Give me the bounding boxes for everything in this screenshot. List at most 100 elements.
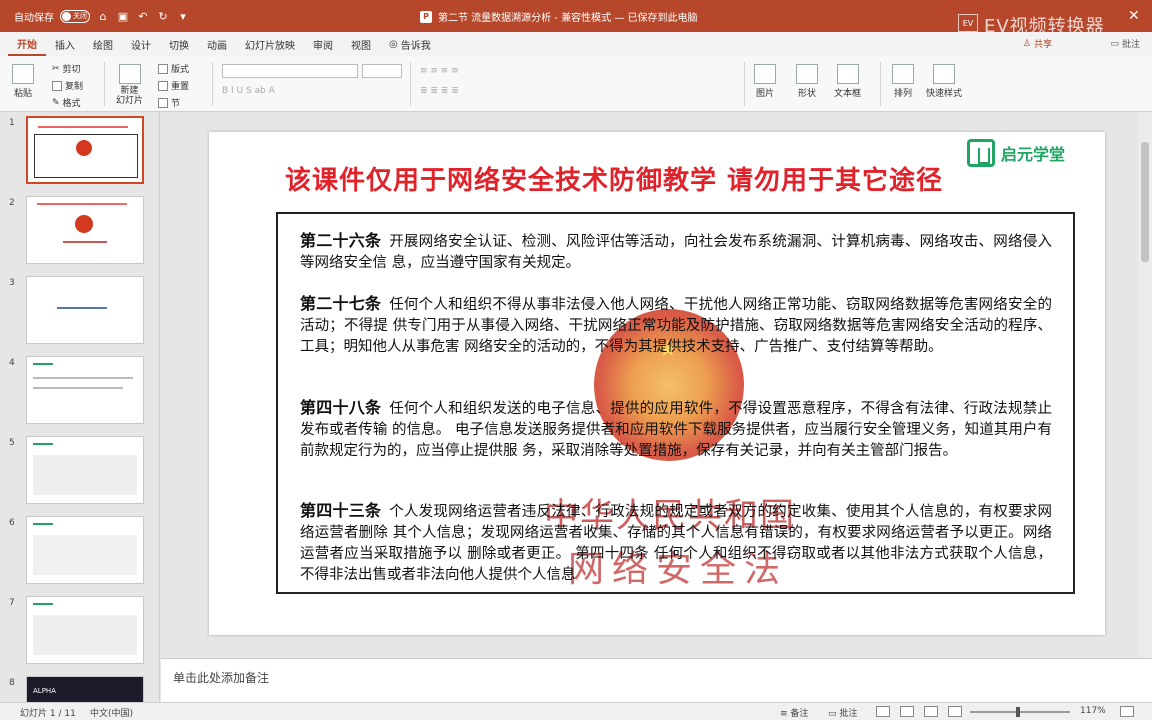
- slide-thumbnail-pane: 1 2 3 4 5 6 7 8 ALPHA: [0, 112, 160, 702]
- share-label: 共享: [1033, 40, 1052, 50]
- thumb-line: [33, 363, 53, 365]
- close-icon[interactable]: ✕: [1128, 8, 1140, 24]
- arrange-button[interactable]: 排列: [892, 64, 914, 99]
- customize-dropdown-icon[interactable]: ▾: [176, 9, 190, 23]
- normal-view-button[interactable]: [876, 706, 890, 717]
- current-slide[interactable]: 启元学堂 该课件仅用于网络安全技术防御教学 请勿用于其它途径 ★ 中华人民共和国…: [209, 132, 1105, 635]
- tab-review[interactable]: 审阅: [304, 32, 342, 56]
- logo-text: 启元学堂: [1001, 145, 1066, 164]
- comments-label: 批注: [839, 709, 858, 719]
- slide-thumbnail-4[interactable]: [26, 356, 144, 424]
- redo-icon[interactable]: ↻: [156, 9, 170, 23]
- reset-icon: [158, 80, 168, 91]
- autosave-label: 自动保存: [14, 12, 54, 24]
- article-body: 任何个人和组织不得从事非法侵入他人网络、干扰他人网络正常功能、窃取网络数据等危害…: [300, 297, 1052, 355]
- paste-button[interactable]: 粘贴: [12, 64, 34, 99]
- tab-animations[interactable]: 动画: [198, 32, 236, 56]
- tab-insert[interactable]: 插入: [46, 32, 84, 56]
- copy-label: 复制: [65, 82, 84, 92]
- slide-thumbnail-3[interactable]: [26, 276, 144, 344]
- thumb-line: [33, 377, 133, 379]
- autosave-state: 关闭: [73, 12, 87, 20]
- slide-thumbnail-1[interactable]: [26, 116, 144, 184]
- undo-icon[interactable]: ↶: [136, 9, 150, 23]
- quick-styles-button[interactable]: 快速样式: [926, 64, 962, 99]
- reset-label: 重置: [171, 82, 190, 92]
- tab-transitions[interactable]: 切换: [160, 32, 198, 56]
- thumb-emblem: [76, 140, 92, 156]
- article-48: 第四十八条 任何个人和组织发送的电子信息、提供的应用软件，不得设置恶意程序，不得含…: [300, 397, 1052, 462]
- reading-view-button[interactable]: [924, 706, 938, 717]
- font-family-select[interactable]: [222, 64, 358, 78]
- autosave-toggle[interactable]: 关闭: [60, 9, 90, 23]
- slide-thumbnail-7[interactable]: [26, 596, 144, 664]
- slide-thumbnail-8[interactable]: ALPHA: [26, 676, 144, 702]
- thumb-number: 1: [9, 118, 15, 128]
- zoom-slider-thumb[interactable]: [1016, 707, 1020, 717]
- font-size-select[interactable]: [362, 64, 402, 78]
- article-43: 第四十三条 个人发现网络运营者违反法律、行政法规的规定或者双方的约定收集、使用其个…: [300, 500, 1052, 586]
- law-text-box[interactable]: ★ 中华人民共和国 网络安全法 第二十六条 开展网络安全认证、检测、风险评估等活动…: [276, 212, 1075, 594]
- picture-label: 图片: [755, 89, 774, 99]
- copy-icon: [52, 80, 62, 91]
- thumb-screenshot: [33, 535, 137, 575]
- reset-button[interactable]: 重置: [158, 79, 189, 92]
- warning-title[interactable]: 该课件仅用于网络安全技术防御教学 请勿用于其它途径: [285, 160, 943, 197]
- section-button[interactable]: 节: [158, 96, 180, 109]
- ribbon-separator: [104, 62, 105, 106]
- comment-icon: ▭: [828, 709, 840, 719]
- slide-thumbnail-2[interactable]: [26, 196, 144, 264]
- new-slide-label: 新建 幻灯片: [116, 86, 144, 106]
- format-painter-button[interactable]: ✎ 格式: [52, 96, 81, 110]
- tab-draw[interactable]: 绘图: [84, 32, 122, 56]
- new-slide-button[interactable]: 新建 幻灯片: [116, 64, 143, 106]
- shape-label: 形状: [797, 89, 816, 99]
- home-icon[interactable]: ⌂: [96, 9, 110, 23]
- cut-button[interactable]: ✂ 剪切: [52, 62, 81, 76]
- tell-me-label: 告诉我: [400, 40, 431, 52]
- zoom-slider[interactable]: [970, 707, 1070, 717]
- paragraph-buttons: ≡ ≡ ≡ ≡: [420, 66, 459, 76]
- thumb-emblem: [75, 215, 93, 233]
- tab-slideshow[interactable]: 幻灯片放映: [236, 32, 304, 56]
- quick-access-toolbar: 自动保存 关闭 ⌂ ▣ ↶ ↻ ▾: [0, 9, 190, 24]
- notes-placeholder: 单击此处添加备注: [173, 671, 270, 685]
- slide-thumbnail-5[interactable]: [26, 436, 144, 504]
- vertical-scrollbar[interactable]: [1138, 112, 1152, 658]
- comment-label: 批注: [1121, 40, 1140, 50]
- scrollbar-thumb[interactable]: [1141, 142, 1149, 262]
- copy-button[interactable]: 复制: [52, 79, 83, 92]
- comments-button[interactable]: ▭ 批注: [1110, 37, 1140, 51]
- slideshow-button[interactable]: [948, 706, 962, 717]
- slide-sorter-button[interactable]: [900, 706, 914, 717]
- notes-toggle[interactable]: ≡ 备注: [780, 706, 808, 719]
- paste-icon: [12, 64, 34, 84]
- shape-button[interactable]: 形状: [796, 64, 818, 99]
- save-icon[interactable]: ▣: [116, 9, 130, 23]
- thumb-number: 4: [9, 358, 15, 368]
- article-27: 第二十七条 任何个人和组织不得从事非法侵入他人网络、干扰他人网络正常功能、窃取网络…: [300, 293, 1052, 358]
- thumb-line: [37, 203, 127, 205]
- notes-pane[interactable]: 单击此处添加备注: [161, 658, 1152, 702]
- paste-label: 粘贴: [13, 89, 32, 99]
- language-indicator[interactable]: 中文(中国): [90, 706, 133, 719]
- tab-home[interactable]: 开始: [8, 32, 46, 56]
- paragraph-align-buttons: ≣ ≣ ≣ ≣: [420, 86, 459, 96]
- shapes-icon: [796, 64, 818, 84]
- textbox-button[interactable]: 文本框: [834, 64, 861, 99]
- thumb-number: 2: [9, 198, 15, 208]
- share-button[interactable]: ♙ 共享: [1023, 37, 1052, 51]
- status-bar: 幻灯片 1 / 11 中文(中国) ≡ 备注 ▭ 批注 117%: [0, 702, 1152, 720]
- picture-button[interactable]: 图片: [754, 64, 776, 99]
- ribbon-tab-bar: 开始 插入 绘图 设计 切换 动画 幻灯片放映 审阅 视图 ◎ 告诉我 ♙ 共享 ▭…: [0, 32, 1152, 56]
- tab-view[interactable]: 视图: [342, 32, 380, 56]
- comments-toggle[interactable]: ▭ 批注: [828, 706, 857, 719]
- layout-button[interactable]: 版式: [158, 62, 189, 75]
- slide-thumbnail-6[interactable]: [26, 516, 144, 584]
- ribbon-separator: [744, 62, 745, 106]
- fit-to-window-icon[interactable]: [1120, 706, 1134, 717]
- zoom-level[interactable]: 117%: [1080, 706, 1106, 716]
- article-body: 任何个人和组织发送的电子信息、提供的应用软件，不得设置恶意程序，不得含有法律、行…: [300, 401, 1052, 459]
- tell-me-box[interactable]: ◎ 告诉我: [380, 32, 440, 56]
- tab-design[interactable]: 设计: [122, 32, 160, 56]
